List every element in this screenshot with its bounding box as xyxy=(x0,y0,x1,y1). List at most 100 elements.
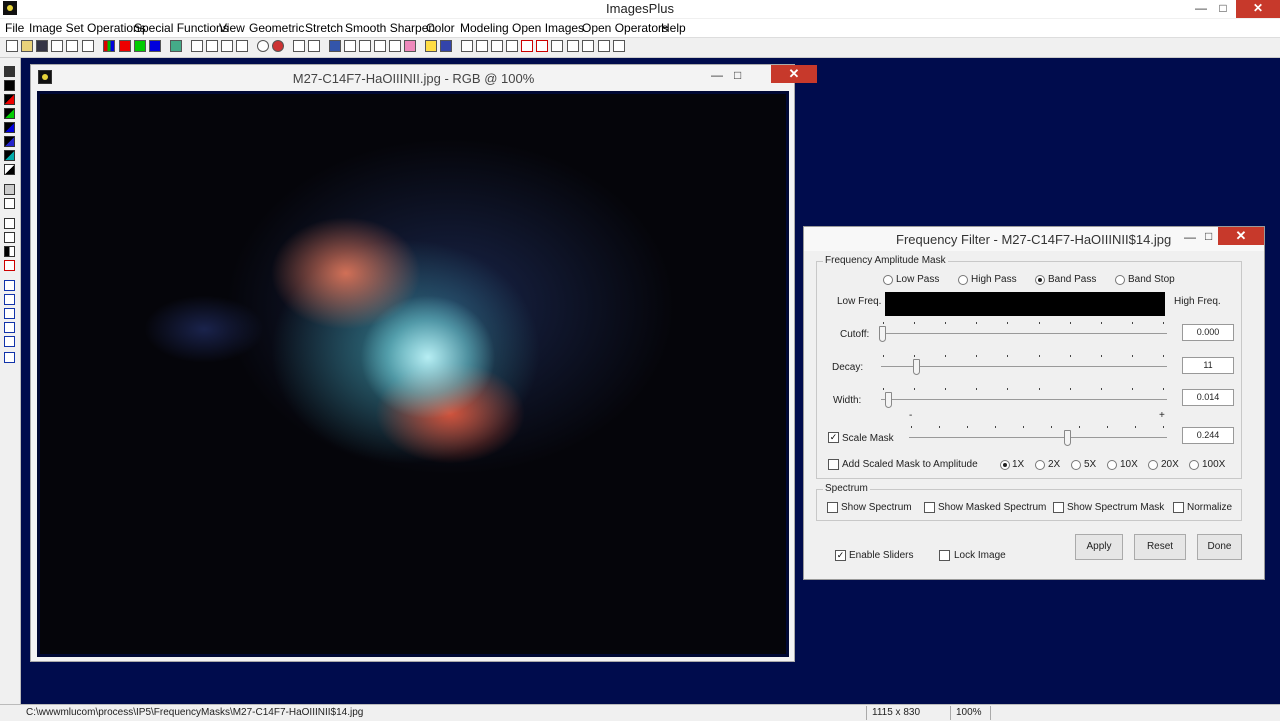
close-icon[interactable]: ✕ xyxy=(771,65,817,83)
crosshair-icon[interactable] xyxy=(359,40,371,52)
menu-color[interactable]: Color xyxy=(426,21,455,35)
maximize-icon[interactable]: □ xyxy=(734,68,741,82)
multiplier-100x-radio[interactable] xyxy=(1189,460,1199,470)
close-icon[interactable]: ✕ xyxy=(1218,227,1264,245)
curves-icon[interactable] xyxy=(344,40,356,52)
tool-frame-icon[interactable] xyxy=(4,218,15,229)
dots-icon[interactable] xyxy=(293,40,305,52)
zoom-in-icon[interactable] xyxy=(461,40,473,52)
new-icon[interactable] xyxy=(6,40,18,52)
undo-icon[interactable] xyxy=(191,40,203,52)
fit-width-icon[interactable] xyxy=(536,40,548,52)
scale-mask-slider[interactable] xyxy=(907,424,1171,448)
zoom-in-2-icon[interactable] xyxy=(491,40,503,52)
arrow-up-icon[interactable] xyxy=(4,294,15,305)
menu-view[interactable]: View xyxy=(219,21,245,35)
slider-thumb[interactable] xyxy=(1064,430,1072,446)
close-icon[interactable]: ✕ xyxy=(1236,0,1280,18)
close-all-icon[interactable] xyxy=(66,40,78,52)
stop-icon[interactable] xyxy=(272,40,284,52)
image-canvas[interactable] xyxy=(37,91,789,657)
fit-icon[interactable] xyxy=(521,40,533,52)
image-window[interactable]: M27-C14F7-HaOIIINII.jpg - RGB @ 100% — □… xyxy=(30,64,817,662)
reset-button[interactable]: Reset xyxy=(1134,534,1186,560)
window-4-icon[interactable] xyxy=(598,40,610,52)
flip-icon[interactable] xyxy=(4,352,15,363)
redo-all-icon[interactable] xyxy=(236,40,248,52)
menu-stretch[interactable]: Stretch xyxy=(305,21,343,35)
tool-gray-icon[interactable] xyxy=(4,184,15,195)
tool-mono-icon[interactable] xyxy=(4,164,15,175)
tool-crop-icon[interactable] xyxy=(4,260,15,271)
tool-cyan-icon[interactable] xyxy=(4,150,15,161)
record-icon[interactable] xyxy=(257,40,269,52)
zoom-out-icon[interactable] xyxy=(476,40,488,52)
move-icon[interactable] xyxy=(4,280,15,291)
add-scaled-mask-checkbox[interactable] xyxy=(828,459,839,470)
apply-button[interactable]: Apply xyxy=(1075,534,1123,560)
decay-slider[interactable] xyxy=(879,353,1171,377)
copy-icon[interactable] xyxy=(82,40,94,52)
multiplier-20x-radio[interactable] xyxy=(1148,460,1158,470)
menu-smooth-sharpen[interactable]: Smooth Sharpen xyxy=(345,21,435,35)
menu-geometric[interactable]: Geometric xyxy=(249,21,304,35)
minimize-icon[interactable]: — xyxy=(1184,230,1196,244)
tool-blue-icon[interactable] xyxy=(4,122,15,133)
tool-red-icon[interactable] xyxy=(4,94,15,105)
menu-special-functions[interactable]: Special Functions xyxy=(134,21,229,35)
red-channel-icon[interactable] xyxy=(119,40,131,52)
lock-image-checkbox[interactable] xyxy=(939,550,950,561)
undo-all-icon[interactable] xyxy=(221,40,233,52)
tool-split-icon[interactable] xyxy=(4,246,15,257)
maximize-icon[interactable]: □ xyxy=(1205,229,1212,243)
show-spectrum-checkbox[interactable] xyxy=(827,502,838,513)
width-value[interactable]: 0.014 xyxy=(1182,389,1234,406)
info-icon[interactable] xyxy=(440,40,452,52)
tool-black-icon[interactable] xyxy=(4,80,15,91)
rotate-left-icon[interactable] xyxy=(4,322,15,333)
close-image-icon[interactable] xyxy=(51,40,63,52)
tool-diagonal-icon[interactable] xyxy=(4,198,15,209)
maximize-icon[interactable]: □ xyxy=(1216,0,1230,18)
center-icon[interactable] xyxy=(374,40,386,52)
normalize-checkbox[interactable] xyxy=(1173,502,1184,513)
window-1-icon[interactable] xyxy=(551,40,563,52)
show-masked-spectrum-checkbox[interactable] xyxy=(924,502,935,513)
multiplier-10x-radio[interactable] xyxy=(1107,460,1117,470)
arrow-right-icon[interactable] xyxy=(4,308,15,319)
table-icon[interactable] xyxy=(389,40,401,52)
menu-modeling[interactable]: Modeling xyxy=(460,21,509,35)
menu-open-operators[interactable]: Open Operators xyxy=(582,21,668,35)
window-2-icon[interactable] xyxy=(567,40,579,52)
cutoff-value[interactable]: 0.000 xyxy=(1182,324,1234,341)
star-icon[interactable] xyxy=(404,40,416,52)
low-pass-radio[interactable] xyxy=(883,275,893,285)
tool-save-icon[interactable] xyxy=(4,66,15,77)
show-spectrum-mask-checkbox[interactable] xyxy=(1053,502,1064,513)
scale-mask-value[interactable]: 0.244 xyxy=(1182,427,1234,444)
grid-icon[interactable] xyxy=(170,40,182,52)
blue-channel-icon[interactable] xyxy=(149,40,161,52)
menu-help[interactable]: Help xyxy=(661,21,686,35)
multiplier-1x-radio[interactable] xyxy=(1000,460,1010,470)
slider-thumb[interactable] xyxy=(879,326,886,342)
done-button[interactable]: Done xyxy=(1197,534,1242,560)
levels-icon[interactable] xyxy=(329,40,341,52)
menu-file[interactable]: File xyxy=(5,21,24,35)
window-5-icon[interactable] xyxy=(613,40,625,52)
minimize-icon[interactable]: — xyxy=(711,68,723,82)
high-pass-radio[interactable] xyxy=(958,275,968,285)
redo-icon[interactable] xyxy=(206,40,218,52)
tool-green-icon[interactable] xyxy=(4,108,15,119)
multiplier-5x-radio[interactable] xyxy=(1071,460,1081,470)
zoom-out-2-icon[interactable] xyxy=(506,40,518,52)
window-3-icon[interactable] xyxy=(582,40,594,52)
enable-sliders-checkbox[interactable]: ✓ xyxy=(835,550,846,561)
menu-image-set-operations[interactable]: Image Set Operations xyxy=(29,21,146,35)
pencil-icon[interactable] xyxy=(425,40,437,52)
slider-thumb[interactable] xyxy=(912,359,920,375)
multiplier-2x-radio[interactable] xyxy=(1035,460,1045,470)
rotate-right-icon[interactable] xyxy=(4,336,15,347)
decay-value[interactable]: 11 xyxy=(1182,357,1234,374)
menu-open-images[interactable]: Open Images xyxy=(512,21,584,35)
